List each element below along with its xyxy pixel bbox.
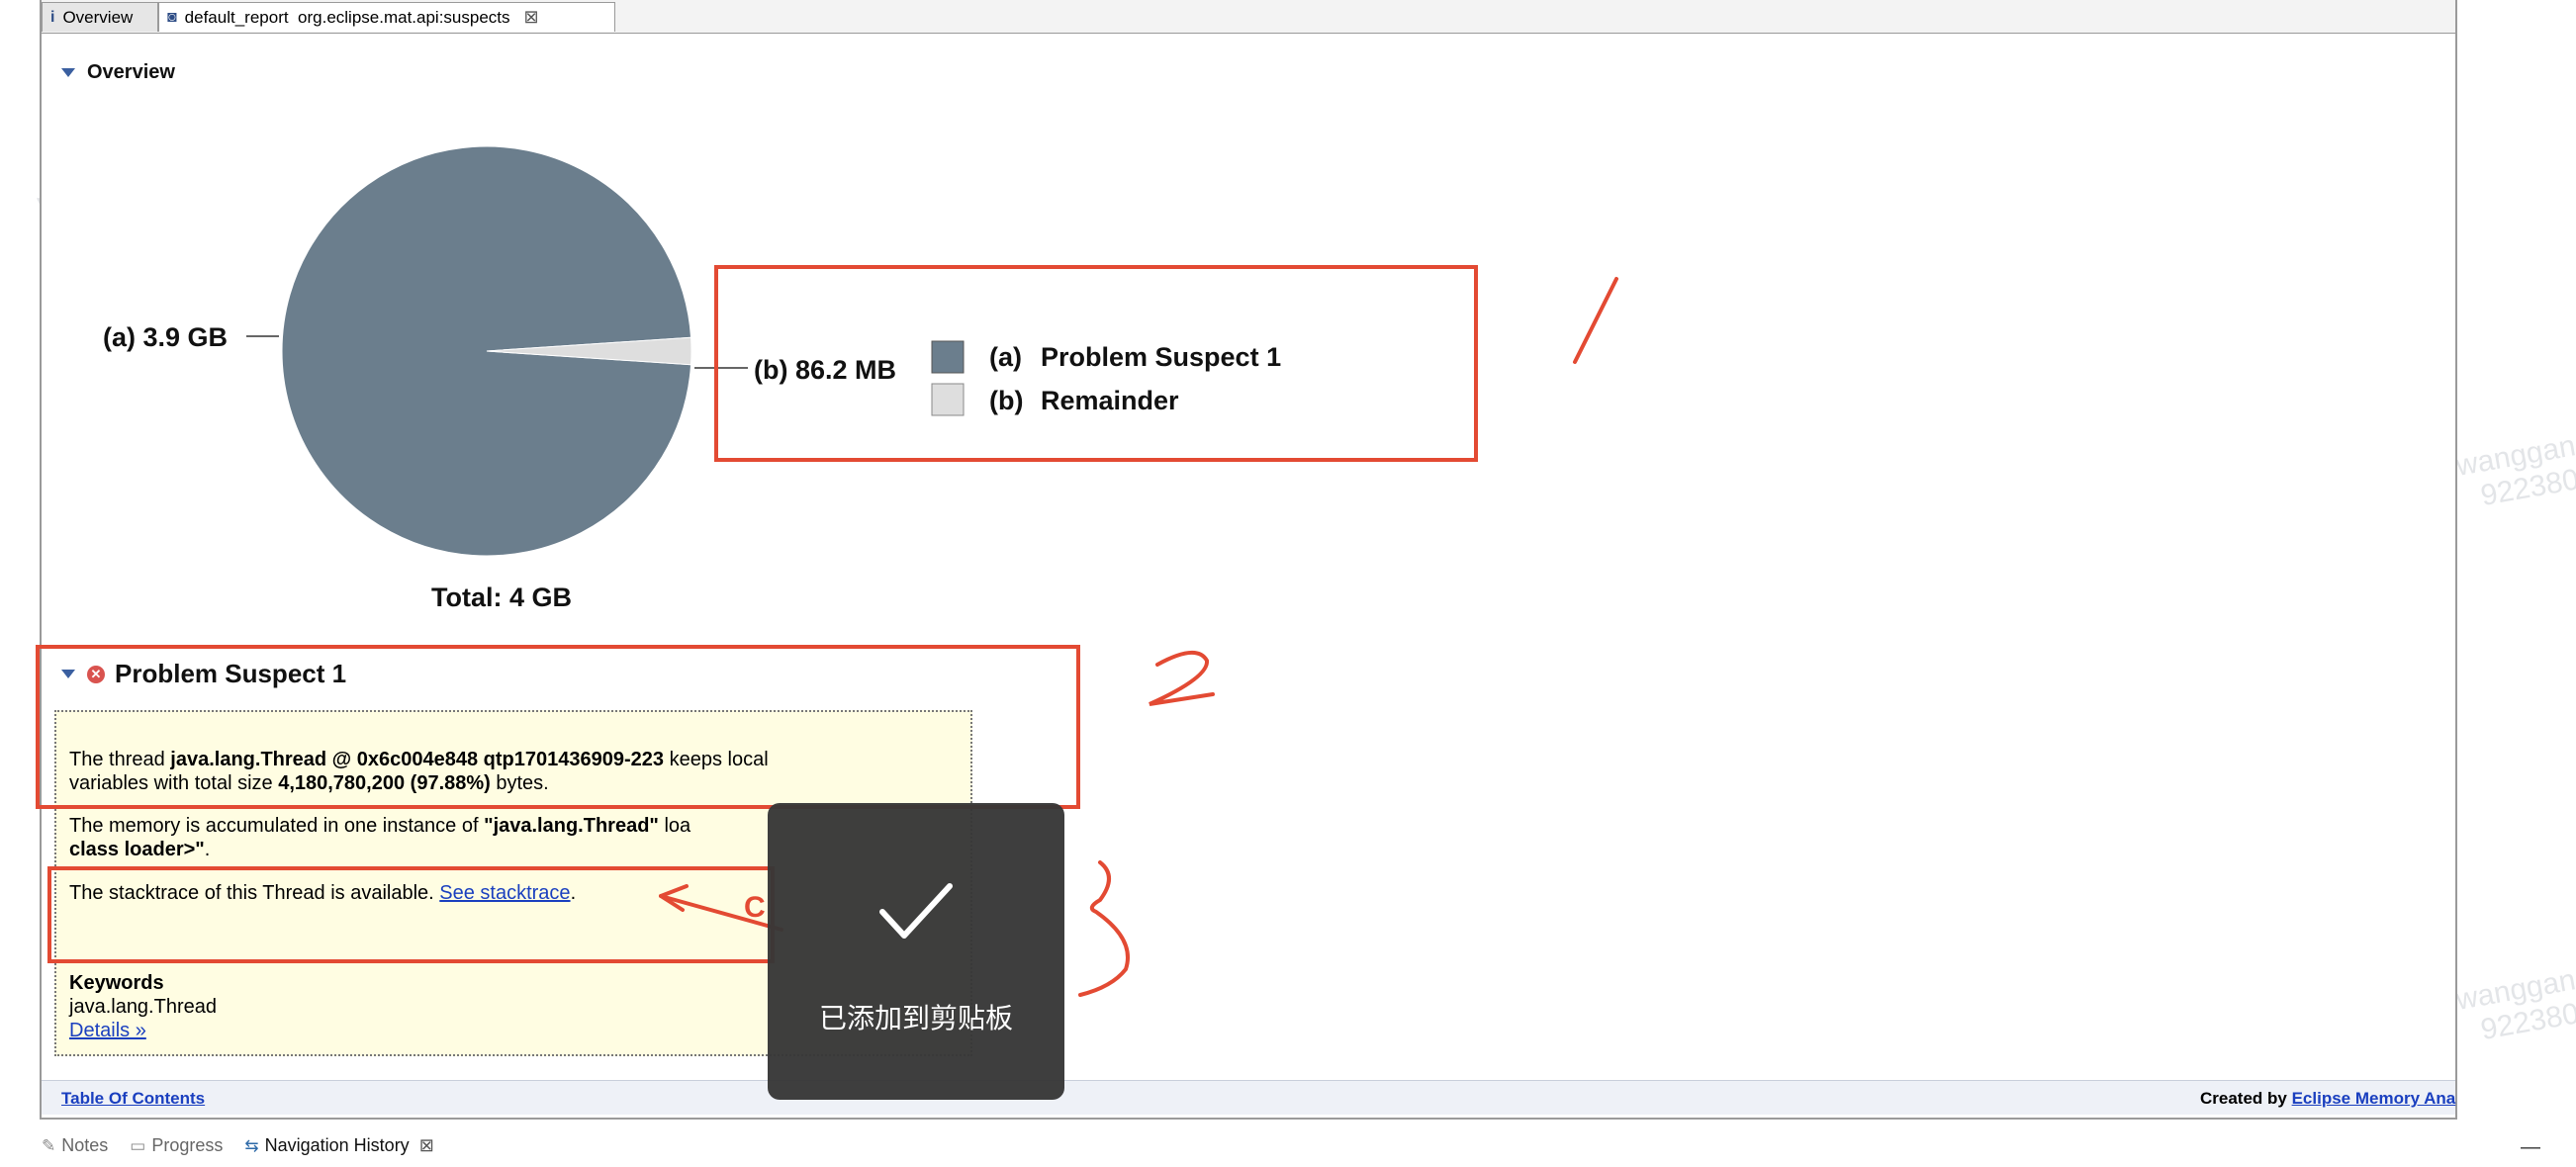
checkmark-icon bbox=[879, 883, 953, 939]
annotation-number-3 bbox=[1078, 860, 1130, 997]
toast-message: 已添加到剪贴板 bbox=[818, 1002, 1013, 1034]
clipboard-toast: 已添加到剪贴板 bbox=[768, 803, 1064, 1100]
annotation-drawings: C bbox=[659, 277, 1618, 997]
annotation-number-1 bbox=[1573, 277, 1618, 364]
annotation-letter: C bbox=[744, 891, 766, 924]
annotation-number-2 bbox=[1149, 651, 1215, 706]
